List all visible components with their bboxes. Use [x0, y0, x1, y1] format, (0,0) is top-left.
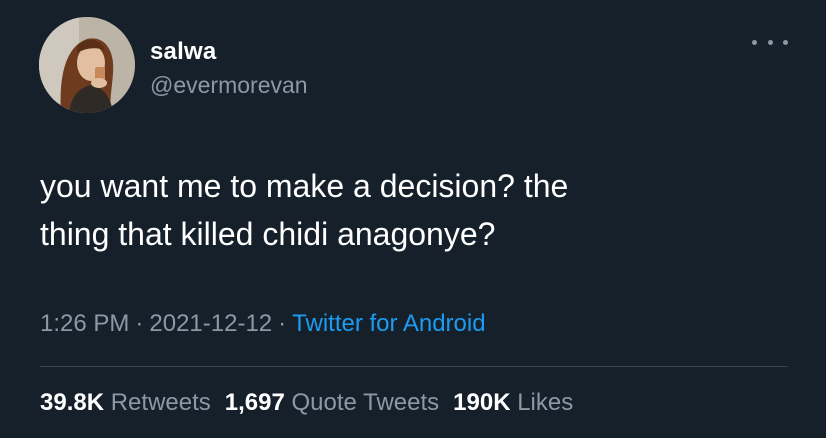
likes-count: 190K [453, 389, 511, 416]
tweet-card: salwa @evermorevan you want me to make a… [0, 0, 826, 438]
more-dot [752, 39, 757, 45]
quotes-count: 1,697 [224, 389, 285, 416]
retweets-label: Retweets [110, 389, 211, 416]
divider [40, 366, 788, 367]
retweets-stat[interactable]: 39.8K Retweets [40, 389, 211, 416]
display-name[interactable]: salwa [150, 38, 216, 66]
separator: · [135, 310, 144, 337]
quote-tweets-stat[interactable]: 1,697 Quote Tweets [225, 389, 439, 416]
tweet-metadata: 1:26 PM · 2021-12-12 · Twitter for Android [40, 310, 486, 338]
quotes-label: Quote Tweets [291, 389, 440, 416]
more-dot [783, 39, 788, 45]
more-dot [767, 39, 773, 45]
user-handle[interactable]: @evermorevan [150, 72, 308, 99]
tweet-source-link[interactable]: Twitter for Android [292, 310, 485, 337]
retweets-count: 39.8K [40, 389, 105, 416]
tweet-text: you want me to make a decision? the thin… [40, 168, 569, 252]
likes-label: Likes [517, 389, 574, 416]
profile-photo-icon [39, 17, 135, 113]
tweet-time[interactable]: 1:26 PM [40, 310, 129, 337]
tweet-stats: 39.8K Retweets 1,697 Quote Tweets 190K Lik… [40, 389, 573, 417]
avatar[interactable] [39, 17, 135, 113]
likes-stat[interactable]: 190K Likes [453, 389, 573, 416]
more-horizontal-icon[interactable] [752, 30, 788, 54]
tweet-date[interactable]: 2021-12-12 [149, 310, 272, 337]
separator: · [278, 310, 287, 337]
